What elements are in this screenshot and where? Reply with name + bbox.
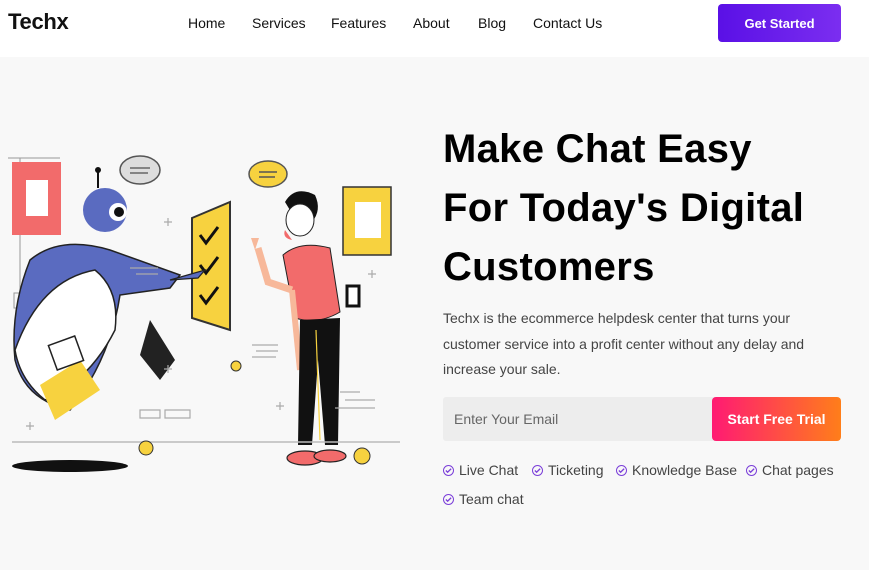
start-free-trial-button[interactable]: Start Free Trial — [712, 397, 841, 441]
hero-title-line: Customers — [443, 245, 655, 289]
logo[interactable]: Techx — [8, 9, 69, 35]
check-circle-icon — [616, 464, 627, 476]
feature-label: Knowledge Base — [632, 462, 738, 478]
hero-title-line: For Today's Digital — [443, 186, 805, 230]
nav-home[interactable]: Home — [188, 15, 225, 31]
check-circle-icon — [532, 464, 543, 476]
feature-item: Knowledge Base — [616, 462, 737, 478]
site-header: Techx Home Services Features About Blog … — [0, 0, 869, 57]
check-circle-icon — [746, 464, 757, 476]
coin-icon — [138, 440, 154, 456]
feature-label: Ticketing — [548, 462, 604, 478]
frame-right-icon — [342, 186, 392, 308]
nav-contact[interactable]: Contact Us — [533, 15, 602, 31]
nav-services[interactable]: Services — [252, 15, 306, 31]
hero-illustration — [8, 155, 400, 472]
email-input[interactable] — [443, 397, 715, 441]
coin-icon — [230, 360, 242, 372]
feature-item: Team chat — [443, 491, 524, 507]
hero-title-line: Make Chat Easy — [443, 127, 752, 171]
feature-label: Chat pages — [762, 462, 834, 478]
get-started-button[interactable]: Get Started — [718, 4, 841, 42]
nav-about[interactable]: About — [413, 15, 450, 31]
check-circle-icon — [443, 493, 454, 505]
hero-description: Techx is the ecommerce helpdesk center t… — [443, 310, 805, 377]
trial-form: Start Free Trial — [443, 397, 841, 441]
shadow-icon — [12, 460, 128, 472]
feature-item: Chat pages — [746, 462, 834, 478]
nav-blog[interactable]: Blog — [478, 15, 506, 31]
hero-title: Make Chat Easy For Today's Digital Custo… — [443, 120, 863, 297]
checklist-board-icon — [191, 200, 231, 332]
check-circle-icon — [443, 464, 454, 476]
coin-icon — [353, 447, 371, 465]
feature-label: Live Chat — [459, 462, 519, 478]
chat-bubble-icon — [119, 155, 288, 188]
person-icon — [251, 191, 347, 466]
feature-label: Team chat — [459, 491, 524, 507]
nav-features[interactable]: Features — [331, 15, 386, 31]
feature-item: Live Chat — [443, 462, 518, 478]
feature-item: Ticketing — [532, 462, 604, 478]
